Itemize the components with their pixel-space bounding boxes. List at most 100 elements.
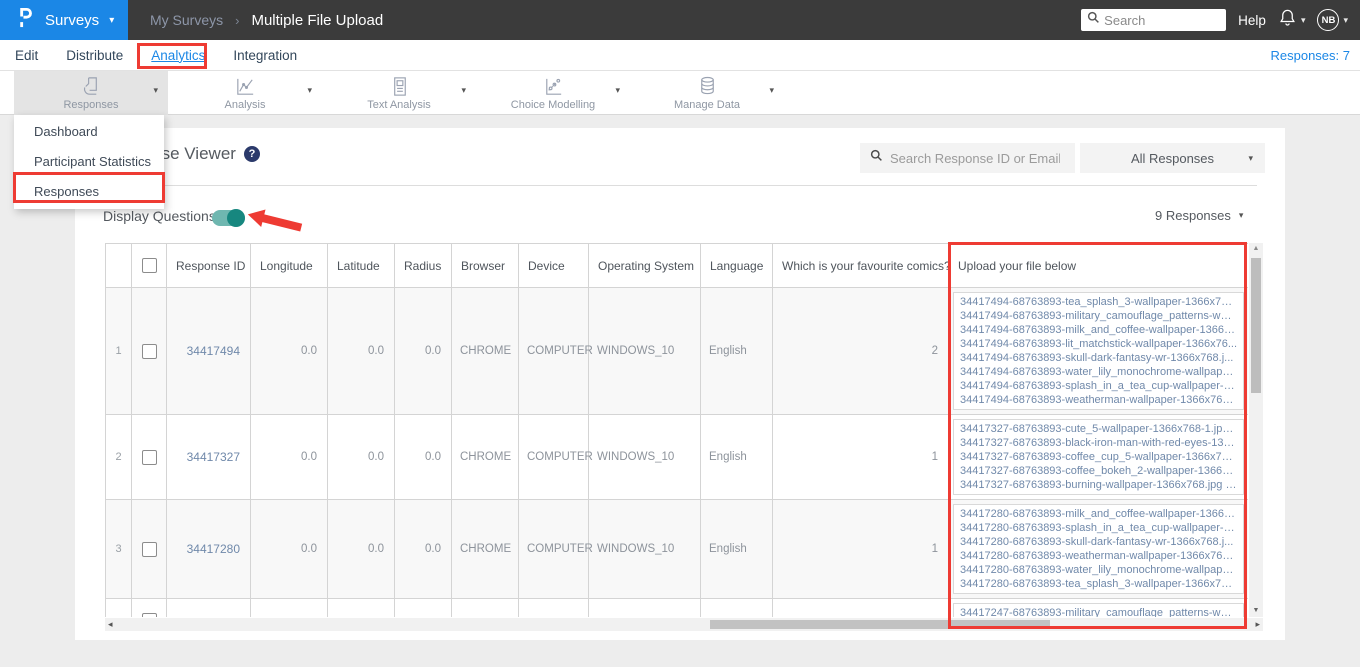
file-link[interactable]: 34417280-68763893-milk_and_coffee-wallpa…: [960, 507, 1237, 521]
toolbar-item-choice-modelling[interactable]: Choice Modelling ▾: [476, 71, 630, 115]
account-control[interactable]: NB ▾: [1317, 9, 1348, 31]
notifications-control[interactable]: ▾: [1278, 8, 1305, 32]
header-latitude: Latitude: [327, 243, 395, 288]
cell-comics: [772, 598, 949, 617]
cell-response-id[interactable]: 34417327: [166, 414, 251, 500]
cell-rownum: 3: [105, 499, 132, 599]
tab-integration[interactable]: Integration: [233, 48, 297, 63]
file-link[interactable]: 34417327-68763893-coffee_cup_5-wallpaper…: [960, 450, 1237, 464]
topbar-right: Help ▾ NB ▾: [1081, 8, 1360, 32]
cell-device: COMPUTER: [518, 414, 593, 500]
scroll-left-icon[interactable]: ◂: [108, 618, 113, 631]
analysis-icon: [234, 75, 257, 98]
display-questions-toggle[interactable]: [212, 209, 245, 227]
top-bar: Surveys ▾ My Surveys › Multiple File Upl…: [0, 0, 1360, 40]
file-list: 34417327-68763893-cute_5-wallpaper-1366x…: [953, 419, 1244, 495]
file-link[interactable]: 34417494-68763893-water_lily_monochrome-…: [960, 365, 1237, 379]
file-link[interactable]: 34417280-68763893-splash_in_a_tea_cup-wa…: [960, 521, 1237, 535]
cell-response-id[interactable]: 34417280: [166, 499, 251, 599]
file-link[interactable]: 34417280-68763893-weatherman-wallpaper-1…: [960, 549, 1237, 563]
cell-rownum: 1: [105, 287, 132, 415]
help-icon[interactable]: ?: [243, 146, 260, 162]
cell-checkbox: [131, 499, 167, 599]
file-link[interactable]: 34417280-68763893-skull-dark-fantasy-wr-…: [960, 535, 1237, 549]
horizontal-scrollbar[interactable]: ◂ ▸: [105, 618, 1263, 631]
file-link[interactable]: 34417494-68763893-splash_in_a_tea_cup-wa…: [960, 379, 1237, 393]
horizontal-scrollbar-thumb[interactable]: [710, 620, 1050, 629]
global-search-input[interactable]: [1104, 12, 1215, 28]
toolbar-caret-icon[interactable]: ▾: [461, 85, 466, 96]
toolbar-item-manage-data[interactable]: Manage Data ▾: [630, 71, 784, 115]
row-checkbox[interactable]: [141, 612, 157, 617]
help-link[interactable]: Help: [1238, 13, 1266, 28]
cell-latitude: [327, 598, 395, 617]
cell-response-id: [166, 598, 251, 617]
vertical-scrollbar[interactable]: ▲ ▼: [1249, 243, 1263, 617]
menu-item-participant-statistics[interactable]: Participant Statistics: [14, 147, 164, 177]
toolbar-item-analysis[interactable]: Analysis ▾: [168, 71, 322, 115]
avatar: NB: [1317, 9, 1340, 31]
cell-language: English: [700, 499, 773, 599]
file-link[interactable]: 34417280-68763893-water_lily_monochrome-…: [960, 563, 1237, 577]
cell-upload: 34417327-68763893-cute_5-wallpaper-1366x…: [948, 414, 1248, 500]
cell-longitude: 0.0: [250, 499, 328, 599]
toolbar-item-responses[interactable]: Responses ▾: [14, 71, 168, 115]
search-icon: [1087, 11, 1100, 29]
scroll-down-icon[interactable]: ▼: [1249, 607, 1263, 614]
row-checkbox[interactable]: [141, 449, 157, 465]
scroll-up-icon[interactable]: ▲: [1249, 245, 1263, 252]
file-link[interactable]: 34417327-68763893-black-iron-man-with-re…: [960, 436, 1237, 450]
file-link[interactable]: 34417494-68763893-weatherman-wallpaper-1…: [960, 393, 1237, 407]
display-questions-label: Display Questions: [103, 208, 216, 224]
header-comics-question: Which is your favourite comics?: [772, 243, 949, 288]
file-list: 34417247-68763893-military_camouflage_pa…: [953, 603, 1244, 617]
file-link[interactable]: 34417327-68763893-cute_5-wallpaper-1366x…: [960, 422, 1237, 436]
account-caret-icon: ▾: [1343, 14, 1348, 25]
header-rownum: [105, 243, 132, 288]
tab-analytics[interactable]: Analytics: [151, 48, 205, 63]
toolbar-caret-icon[interactable]: ▾: [769, 85, 774, 96]
toolbar-caret-icon[interactable]: ▾: [307, 85, 312, 96]
menu-item-dashboard[interactable]: Dashboard: [14, 117, 164, 147]
survey-nav: Edit Distribute Analytics Integration Re…: [0, 40, 1360, 71]
file-link[interactable]: 34417494-68763893-military_camouflage_pa…: [960, 309, 1237, 323]
menu-item-responses[interactable]: Responses: [14, 177, 164, 207]
brand-menu[interactable]: Surveys ▾: [0, 0, 128, 40]
tab-distribute[interactable]: Distribute: [66, 48, 123, 63]
toolbar-caret-icon[interactable]: ▾: [153, 85, 158, 96]
responses-per-page-dropdown[interactable]: 9 Responses ▾: [1155, 208, 1243, 223]
file-link[interactable]: 34417494-68763893-lit_matchstick-wallpap…: [960, 337, 1237, 351]
table-row: 3 34417280 0.0 0.0 0.0 CHROME COMPUTER WINDOWS_…: [105, 499, 1248, 599]
global-search[interactable]: [1081, 9, 1227, 31]
file-link[interactable]: 34417494-68763893-milk_and_coffee-wallpa…: [960, 323, 1237, 337]
file-link[interactable]: 34417494-68763893-tea_splash_3-wallpaper…: [960, 295, 1237, 309]
response-filter-dropdown[interactable]: All Responses ▾: [1080, 143, 1265, 173]
cell-latitude: 0.0: [327, 287, 395, 415]
file-link[interactable]: 34417327-68763893-burning-wallpaper-1366…: [960, 478, 1237, 492]
file-link[interactable]: 34417494-68763893-skull-dark-fantasy-wr-…: [960, 351, 1237, 365]
table-row: 1 34417494 0.0 0.0 0.0 CHROME COMPUTER WINDOWS_…: [105, 287, 1248, 415]
file-list: 34417280-68763893-milk_and_coffee-wallpa…: [953, 504, 1244, 594]
cell-comics: 1: [772, 414, 949, 500]
file-link[interactable]: 34417280-68763893-tea_splash_3-wallpaper…: [960, 577, 1237, 591]
cell-response-id[interactable]: 34417494: [166, 287, 251, 415]
row-checkbox[interactable]: [141, 541, 157, 557]
response-search-input[interactable]: [890, 150, 1060, 166]
scroll-right-icon[interactable]: ▸: [1255, 618, 1260, 631]
cell-latitude: 0.0: [327, 499, 395, 599]
header-response-id[interactable]: Response ID▲: [166, 243, 251, 288]
select-all-checkbox[interactable]: [141, 258, 157, 273]
vertical-scrollbar-thumb[interactable]: [1251, 258, 1261, 393]
breadcrumb-parent[interactable]: My Surveys: [150, 12, 223, 28]
toolbar-caret-icon[interactable]: ▾: [615, 85, 620, 96]
search-icon: [870, 149, 883, 167]
tab-edit[interactable]: Edit: [15, 48, 38, 63]
cell-os: [588, 598, 701, 617]
file-link[interactable]: 34417247-68763893-military_camouflage_pa…: [960, 606, 1237, 617]
response-search[interactable]: [860, 143, 1075, 173]
row-checkbox[interactable]: [141, 343, 157, 359]
breadcrumb-current: Multiple File Upload: [251, 11, 384, 29]
file-link[interactable]: 34417327-68763893-coffee_bokeh_2-wallpap…: [960, 464, 1237, 478]
toolbar-item-text-analysis[interactable]: Text Analysis ▾: [322, 71, 476, 115]
cell-os: WINDOWS_10: [588, 414, 701, 500]
